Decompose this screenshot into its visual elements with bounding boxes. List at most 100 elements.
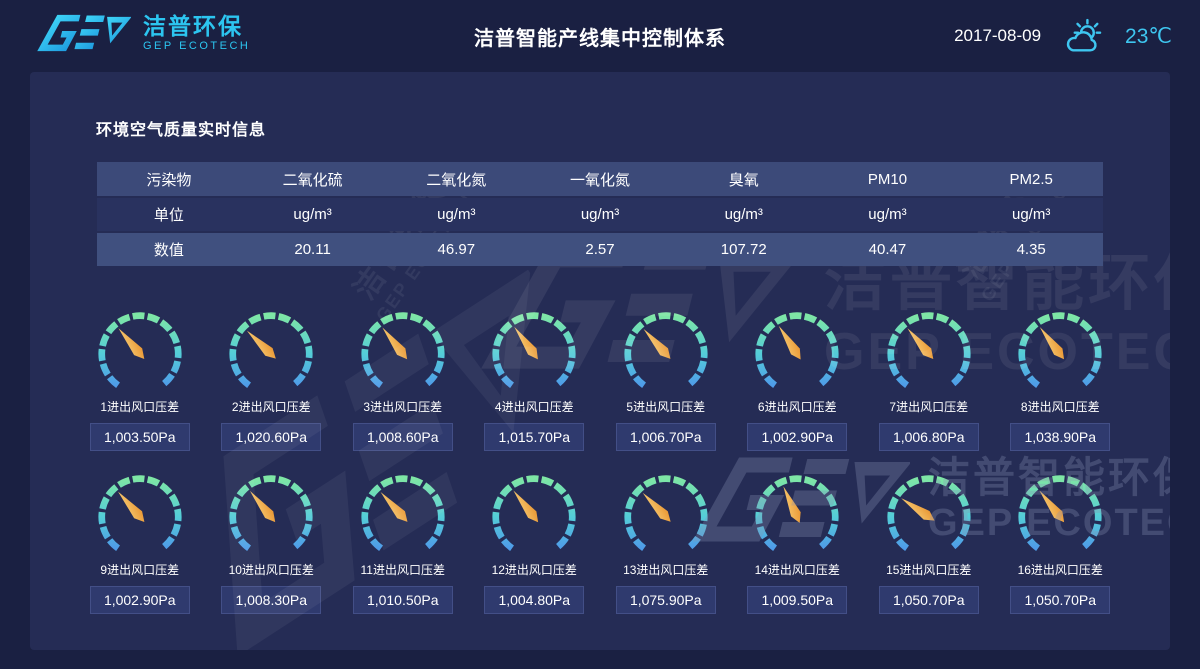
gauge-needle-icon bbox=[1035, 487, 1068, 525]
gauge-value: 1,002.90Pa bbox=[90, 586, 190, 614]
gauge-dial bbox=[355, 471, 451, 559]
gauge-dial bbox=[92, 308, 188, 396]
section-title: 环境空气质量实时信息 bbox=[96, 116, 1170, 140]
gauge-label: 10进出风口压差 bbox=[229, 561, 314, 578]
gauge-needle-icon bbox=[114, 488, 148, 525]
gauge-dial bbox=[486, 471, 582, 559]
gauge-label: 11进出风口压差 bbox=[361, 561, 445, 578]
pressure-gauge: 12进出风口压差 1,004.80Pa bbox=[469, 471, 601, 614]
gauge-label: 16进出风口压差 bbox=[1018, 561, 1103, 578]
pressure-gauge: 6进出风口压差 1,002.90Pa bbox=[732, 308, 864, 451]
unit-cell: ug/m³ bbox=[384, 198, 528, 231]
gauge-needle-icon bbox=[903, 325, 937, 363]
logo: 洁普环保 GEP ECOTECH bbox=[34, 13, 250, 53]
pressure-gauge: 5进出风口压差 1,006.70Pa bbox=[600, 308, 732, 451]
partly-cloudy-weather-icon bbox=[1061, 18, 1105, 54]
gauge-label: 15进出风口压差 bbox=[886, 561, 971, 578]
gauge-needle-icon bbox=[509, 487, 542, 525]
gauge-dial bbox=[1012, 471, 1108, 559]
pressure-gauge: 15进出风口压差 1,050.70Pa bbox=[863, 471, 995, 614]
logo-text-en: GEP ECOTECH bbox=[143, 40, 250, 52]
gauge-label: 6进出风口压差 bbox=[758, 398, 837, 415]
gauge-value: 1,050.70Pa bbox=[879, 586, 979, 614]
gauge-value: 1,006.80Pa bbox=[879, 423, 979, 451]
logo-text-cn: 洁普环保 bbox=[143, 14, 250, 39]
pressure-gauge: 13进出风口压差 1,075.90Pa bbox=[600, 471, 732, 614]
gauge-label: 8进出风口压差 bbox=[1021, 398, 1100, 415]
gauge-dial bbox=[618, 471, 714, 559]
gauge-value: 1,010.50Pa bbox=[353, 586, 453, 614]
page-title: 洁普智能产线集中控制体系 bbox=[474, 22, 726, 51]
pressure-gauge: 9进出风口压差 1,002.90Pa bbox=[74, 471, 206, 614]
header-cell: 臭氧 bbox=[672, 162, 816, 196]
gauge-value: 1,015.70Pa bbox=[484, 423, 584, 451]
table-unit-row: 单位 ug/m³ ug/m³ ug/m³ ug/m³ ug/m³ ug/m³ bbox=[97, 198, 1103, 231]
pressure-gauge: 14进出风口压差 1,009.50Pa bbox=[732, 471, 864, 614]
pressure-gauge: 4进出风口压差 1,015.70Pa bbox=[469, 308, 601, 451]
pressure-gauge: 1进出风口压差 1,003.50Pa bbox=[74, 308, 206, 451]
gauge-needle-icon bbox=[775, 323, 806, 362]
header-cell: 一氧化氮 bbox=[528, 162, 672, 196]
gauge-label: 4进出风口压差 bbox=[495, 398, 574, 415]
gauge-needle-icon bbox=[378, 324, 411, 362]
gauge-value: 1,020.60Pa bbox=[221, 423, 321, 451]
gauge-dial bbox=[355, 308, 451, 396]
gauge-value: 1,003.50Pa bbox=[90, 423, 190, 451]
gauge-dial bbox=[223, 471, 319, 559]
pressure-gauge: 11进出风口压差 1,010.50Pa bbox=[337, 471, 469, 614]
value-cell: 107.72 bbox=[672, 233, 816, 266]
unit-cell: ug/m³ bbox=[959, 198, 1103, 231]
pressure-gauge: 10进出风口压差 1,008.30Pa bbox=[206, 471, 338, 614]
gauge-dial bbox=[749, 471, 845, 559]
gauge-needle-icon bbox=[779, 484, 805, 525]
value-cell: 20.11 bbox=[241, 233, 385, 266]
gauge-needle-icon bbox=[376, 489, 411, 526]
gauge-label: 2进出风口压差 bbox=[232, 398, 311, 415]
header-cell: PM2.5 bbox=[959, 162, 1103, 196]
value-cell: 46.97 bbox=[384, 233, 528, 266]
unit-cell: ug/m³ bbox=[241, 198, 385, 231]
gauges-row-2: 9进出风口压差 1,002.90Pa 10进出风口压差 1,008.30Pa 1… bbox=[74, 471, 1126, 614]
gep-logo-icon bbox=[34, 13, 131, 53]
header-cell: 污染物 bbox=[97, 162, 241, 196]
temperature-label: 23℃ bbox=[1125, 24, 1172, 49]
gauge-needle-icon bbox=[639, 489, 674, 525]
gauge-label: 9进出风口压差 bbox=[100, 561, 179, 578]
gauge-value: 1,009.50Pa bbox=[747, 586, 847, 614]
gauge-value: 1,004.80Pa bbox=[484, 586, 584, 614]
row-label-cell: 数值 bbox=[97, 233, 241, 266]
gauge-label: 12进出风口压差 bbox=[492, 561, 577, 578]
gauge-needle-icon bbox=[1036, 324, 1069, 362]
unit-cell: ug/m³ bbox=[528, 198, 672, 231]
gauge-needle-icon bbox=[898, 494, 937, 525]
pressure-gauge: 2进出风口压差 1,020.60Pa bbox=[206, 308, 338, 451]
gauge-value: 1,002.90Pa bbox=[747, 423, 847, 451]
gauge-value: 1,075.90Pa bbox=[616, 586, 716, 614]
gauge-dial bbox=[881, 308, 977, 396]
gauge-dial bbox=[618, 308, 714, 396]
pressure-gauge: 8进出风口压差 1,038.90Pa bbox=[995, 308, 1127, 451]
value-cell: 4.35 bbox=[959, 233, 1103, 266]
gauges-row-1: 1进出风口压差 1,003.50Pa 2进出风口压差 1,020.60Pa 3进… bbox=[74, 308, 1126, 451]
header-cell: 二氧化氮 bbox=[384, 162, 528, 196]
gauge-dial bbox=[223, 308, 319, 396]
gauge-value: 1,050.70Pa bbox=[1010, 586, 1110, 614]
unit-cell: ug/m³ bbox=[816, 198, 960, 231]
pressure-gauge: 16进出风口压差 1,050.70Pa bbox=[995, 471, 1127, 614]
unit-cell: ug/m³ bbox=[672, 198, 816, 231]
gauge-value: 1,008.30Pa bbox=[221, 586, 321, 614]
header-cell: PM10 bbox=[816, 162, 960, 196]
header-cell: 二氧化硫 bbox=[241, 162, 385, 196]
gauge-label: 14进出风口压差 bbox=[755, 561, 840, 578]
pressure-gauge: 7进出风口压差 1,006.80Pa bbox=[863, 308, 995, 451]
gauge-value: 1,008.60Pa bbox=[353, 423, 453, 451]
main-panel: 洁普环保 GEP ECOTECH 洁普环保 GEP ECOTECH 洁普智能环保… bbox=[30, 72, 1170, 650]
gauge-dial bbox=[749, 308, 845, 396]
pressure-gauge: 3进出风口压差 1,008.60Pa bbox=[337, 308, 469, 451]
gauge-label: 5进出风口压差 bbox=[626, 398, 705, 415]
gauge-dial bbox=[486, 308, 582, 396]
gauge-label: 7进出风口压差 bbox=[889, 398, 968, 415]
gauge-label: 3进出风口压差 bbox=[363, 398, 442, 415]
header-right: 2017-08-09 23℃ bbox=[954, 0, 1172, 72]
gauge-value: 1,006.70Pa bbox=[616, 423, 716, 451]
